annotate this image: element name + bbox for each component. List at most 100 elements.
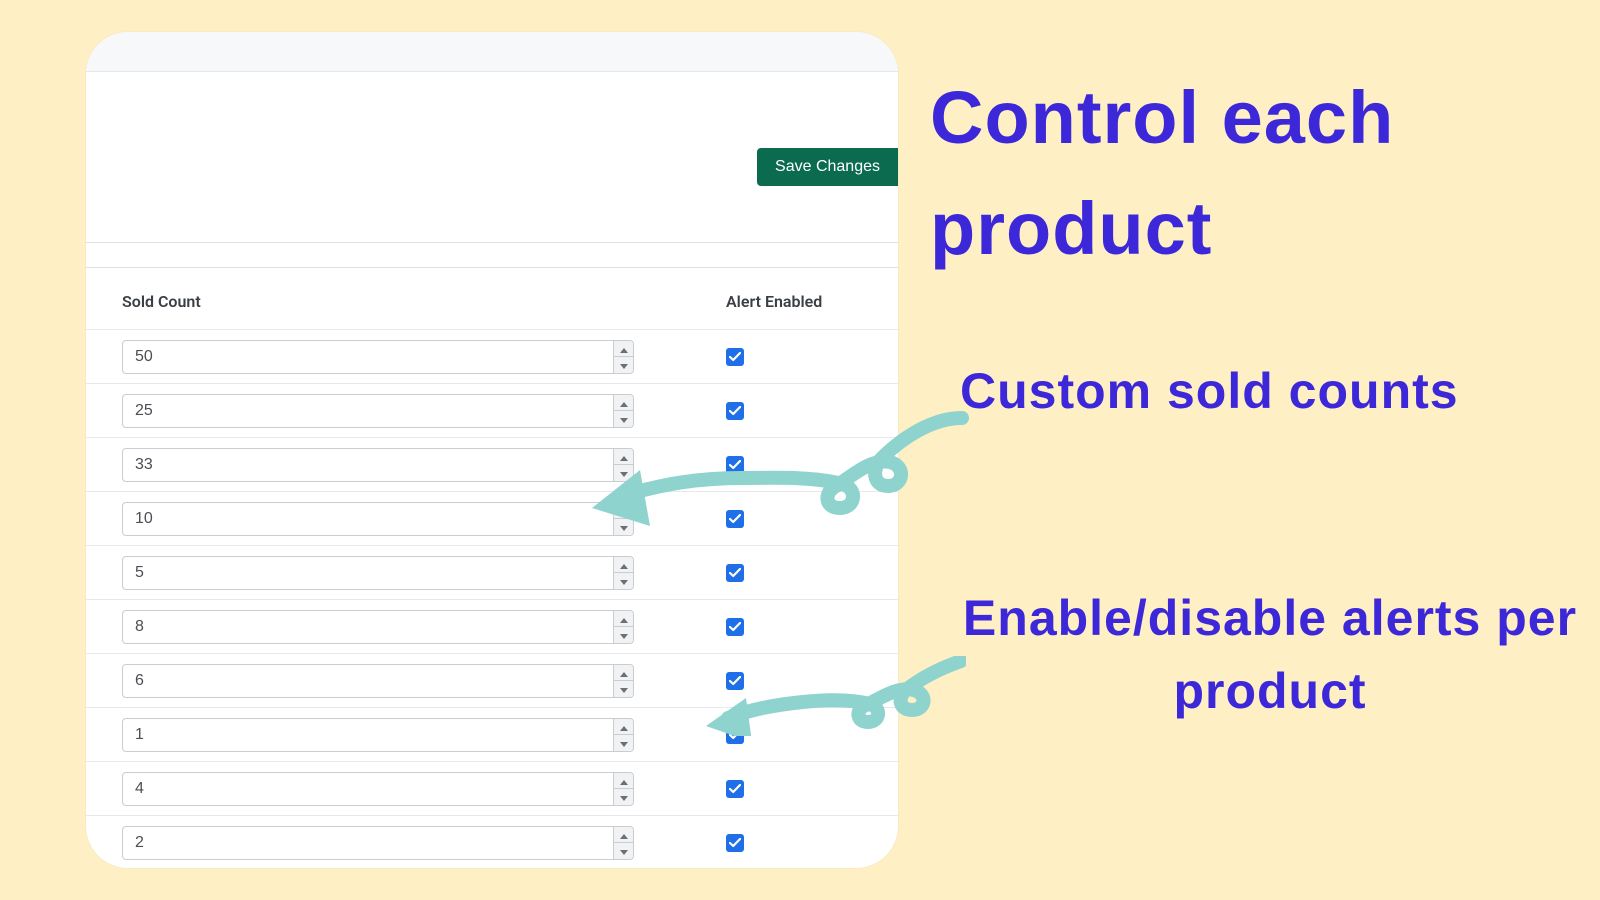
alert-enabled-cell	[634, 348, 834, 366]
table-row	[86, 815, 898, 868]
spinner-down-button[interactable]	[614, 465, 633, 481]
caret-down-icon	[620, 519, 628, 534]
table-row	[86, 653, 898, 707]
caret-up-icon	[620, 665, 628, 680]
alert-enabled-cell	[634, 564, 834, 582]
table-row	[86, 491, 898, 545]
spinner-down-button[interactable]	[614, 735, 633, 751]
spinner-up-button[interactable]	[614, 773, 633, 790]
spinner-up-button[interactable]	[614, 827, 633, 844]
sold-count-field	[122, 340, 634, 374]
sold-count-input[interactable]	[123, 827, 613, 859]
alert-enabled-cell	[634, 402, 834, 420]
alert-enabled-cell	[634, 726, 834, 744]
panel-top-strip	[86, 32, 898, 72]
alert-enabled-cell	[634, 456, 834, 474]
check-icon	[729, 779, 741, 798]
alert-enabled-checkbox[interactable]	[726, 402, 744, 420]
annotation-enable-disable-alerts: Enable/disable alerts per product	[960, 582, 1580, 727]
number-spinner	[613, 827, 633, 859]
check-icon	[729, 833, 741, 852]
number-spinner	[613, 341, 633, 373]
spinner-up-button[interactable]	[614, 395, 633, 412]
number-spinner	[613, 503, 633, 535]
sold-count-field	[122, 394, 634, 428]
sold-count-field	[122, 826, 634, 860]
spinner-down-button[interactable]	[614, 519, 633, 535]
number-spinner	[613, 557, 633, 589]
alert-enabled-checkbox[interactable]	[726, 726, 744, 744]
check-icon	[729, 347, 741, 366]
sold-count-input[interactable]	[123, 449, 613, 481]
caret-up-icon	[620, 611, 628, 626]
caret-down-icon	[620, 465, 628, 480]
sold-count-field	[122, 610, 634, 644]
check-icon	[729, 563, 741, 582]
sold-count-input[interactable]	[123, 341, 613, 373]
spinner-down-button[interactable]	[614, 627, 633, 643]
number-spinner	[613, 611, 633, 643]
check-icon	[729, 617, 741, 636]
spinner-down-button[interactable]	[614, 573, 633, 589]
spinner-down-button[interactable]	[614, 681, 633, 697]
alert-enabled-checkbox[interactable]	[726, 672, 744, 690]
alert-enabled-checkbox[interactable]	[726, 510, 744, 528]
table-row	[86, 761, 898, 815]
alert-enabled-checkbox[interactable]	[726, 348, 744, 366]
spinner-up-button[interactable]	[614, 719, 633, 736]
caret-down-icon	[620, 789, 628, 804]
alert-enabled-cell	[634, 672, 834, 690]
number-spinner	[613, 395, 633, 427]
check-icon	[729, 401, 741, 420]
table-row	[86, 329, 898, 383]
sold-count-input[interactable]	[123, 611, 613, 643]
sold-count-input[interactable]	[123, 665, 613, 697]
spinner-up-button[interactable]	[614, 557, 633, 574]
check-icon	[729, 725, 741, 744]
alert-enabled-cell	[634, 510, 834, 528]
spinner-down-button[interactable]	[614, 357, 633, 373]
sold-count-input[interactable]	[123, 395, 613, 427]
alert-enabled-checkbox[interactable]	[726, 618, 744, 636]
spinner-up-button[interactable]	[614, 449, 633, 466]
spinner-down-button[interactable]	[614, 843, 633, 859]
spinner-up-button[interactable]	[614, 611, 633, 628]
header-sold-count: Sold Count	[86, 292, 636, 311]
table-row	[86, 437, 898, 491]
spinner-up-button[interactable]	[614, 665, 633, 682]
spinner-down-button[interactable]	[614, 411, 633, 427]
check-icon	[729, 509, 741, 528]
spinner-up-button[interactable]	[614, 503, 633, 520]
caret-down-icon	[620, 843, 628, 858]
caret-up-icon	[620, 503, 628, 518]
check-icon	[729, 671, 741, 690]
caret-up-icon	[620, 827, 628, 842]
table-row	[86, 545, 898, 599]
caret-down-icon	[620, 573, 628, 588]
alert-enabled-checkbox[interactable]	[726, 780, 744, 798]
alert-enabled-checkbox[interactable]	[726, 564, 744, 582]
sold-count-field	[122, 556, 634, 590]
sold-count-input[interactable]	[123, 773, 613, 805]
table-row	[86, 707, 898, 761]
number-spinner	[613, 449, 633, 481]
sold-count-field	[122, 718, 634, 752]
annotation-custom-sold-counts: Custom sold counts	[960, 362, 1459, 420]
table-row	[86, 599, 898, 653]
sold-count-input[interactable]	[123, 719, 613, 751]
sold-count-field	[122, 502, 634, 536]
alert-enabled-checkbox[interactable]	[726, 456, 744, 474]
caret-up-icon	[620, 449, 628, 464]
sold-count-field	[122, 772, 634, 806]
spinner-down-button[interactable]	[614, 789, 633, 805]
spinner-up-button[interactable]	[614, 341, 633, 358]
settings-panel: Save Changes Sold Count Alert Enabled	[86, 32, 898, 868]
save-changes-button[interactable]: Save Changes	[757, 148, 898, 186]
sold-count-input[interactable]	[123, 503, 613, 535]
alert-enabled-checkbox[interactable]	[726, 834, 744, 852]
sold-count-input[interactable]	[123, 557, 613, 589]
header-alert-enabled: Alert Enabled	[636, 292, 822, 311]
caret-down-icon	[620, 357, 628, 372]
caret-up-icon	[620, 395, 628, 410]
check-icon	[729, 455, 741, 474]
